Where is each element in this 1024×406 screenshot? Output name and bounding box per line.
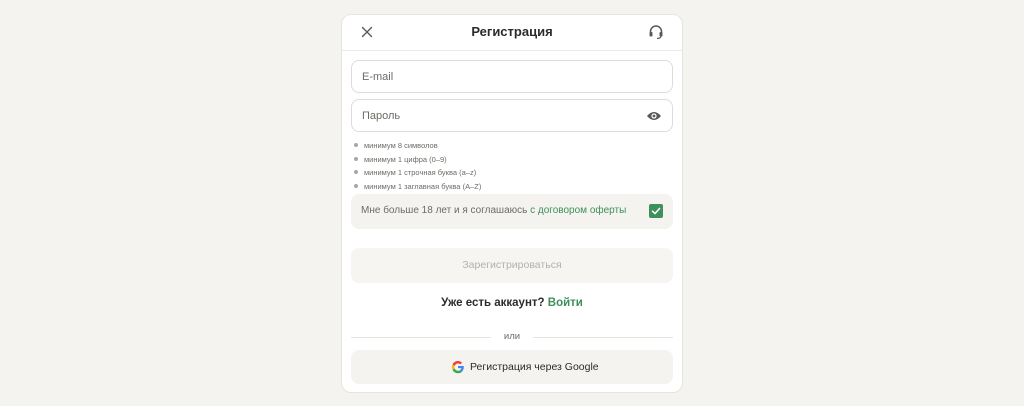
password-rules: минимум 8 символов минимум 1 цифра (0–9)… bbox=[354, 139, 481, 193]
agreement-label: Мне больше 18 лет и я соглашаюсь bbox=[361, 205, 528, 216]
email-field[interactable] bbox=[351, 60, 673, 93]
bullet-icon bbox=[354, 143, 358, 147]
login-prompt-text: Уже есть аккаунт? bbox=[441, 297, 545, 309]
modal-header: Регистрация bbox=[342, 15, 682, 51]
password-input[interactable] bbox=[362, 108, 632, 124]
agreement-checkbox[interactable] bbox=[649, 204, 663, 218]
google-icon bbox=[451, 361, 464, 374]
modal-title: Регистрация bbox=[471, 24, 553, 39]
password-rule: минимум 8 символов bbox=[354, 139, 481, 153]
password-rule: минимум 1 заглавная буква (A–Z) bbox=[354, 180, 481, 194]
bullet-icon bbox=[354, 170, 358, 174]
or-divider: или bbox=[351, 331, 673, 343]
eye-icon bbox=[647, 112, 661, 120]
bullet-icon bbox=[354, 183, 358, 188]
agreement-text: Мне больше 18 лет и я соглашаюсь с догов… bbox=[361, 205, 626, 216]
password-rule: минимум 1 цифра (0–9) bbox=[354, 153, 481, 167]
show-password-button[interactable] bbox=[646, 109, 662, 123]
login-link[interactable]: Войти bbox=[548, 297, 583, 309]
password-field[interactable] bbox=[351, 99, 673, 132]
login-prompt: Уже есть аккаунт? Войти bbox=[342, 297, 682, 309]
registration-modal: Регистрация минимум 8 символов минимум 1… bbox=[341, 14, 683, 393]
google-signup-label: Регистрация через Google bbox=[470, 361, 599, 373]
email-input[interactable] bbox=[362, 69, 632, 85]
bullet-icon bbox=[354, 156, 358, 161]
checkmark-icon bbox=[651, 207, 661, 215]
register-button[interactable]: Зарегистрироваться bbox=[351, 248, 673, 283]
headset-icon bbox=[649, 25, 663, 40]
divider-line bbox=[533, 337, 673, 338]
google-signup-button[interactable]: Регистрация через Google bbox=[351, 350, 673, 384]
offer-contract-link[interactable]: с договором оферты bbox=[530, 205, 626, 216]
agreement-row: Мне больше 18 лет и я соглашаюсь с догов… bbox=[351, 194, 673, 229]
support-button[interactable] bbox=[647, 23, 665, 41]
password-rule: минимум 1 строчная буква (a–z) bbox=[354, 166, 481, 180]
